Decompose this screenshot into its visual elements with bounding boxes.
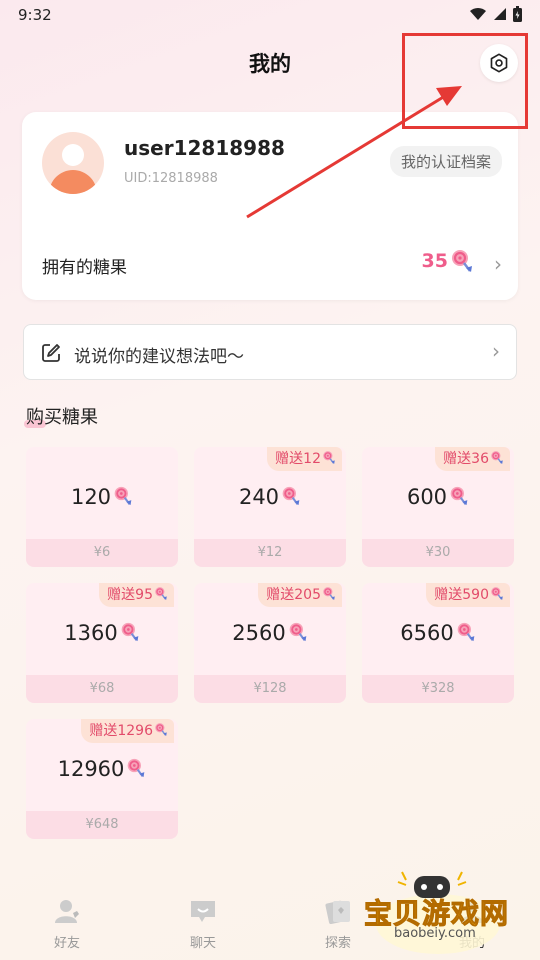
tab-label: 聊天 bbox=[189, 936, 216, 951]
battery-icon bbox=[513, 6, 522, 22]
bonus-badge: 赠送1296 bbox=[81, 719, 174, 743]
candy-icon bbox=[154, 585, 168, 609]
package-amount: 1360 bbox=[26, 621, 178, 648]
status-bar: 9:32 bbox=[0, 0, 540, 32]
candy-icon bbox=[126, 757, 146, 784]
bonus-badge: 赠送12 bbox=[267, 447, 342, 471]
highlight-box bbox=[402, 33, 528, 129]
bonus-text: 赠送12 bbox=[275, 451, 321, 467]
candy-package[interactable]: 赠送95 1360 ¥68 bbox=[26, 583, 178, 703]
bonus-text: 赠送1296 bbox=[89, 723, 153, 739]
amount-text: 1360 bbox=[64, 621, 118, 645]
bonus-text: 赠送205 bbox=[266, 587, 321, 603]
package-price: ¥6 bbox=[26, 539, 178, 567]
bonus-text: 赠送95 bbox=[107, 587, 153, 603]
edit-icon bbox=[40, 342, 62, 368]
amount-text: 120 bbox=[70, 485, 112, 509]
chat-icon bbox=[191, 901, 215, 922]
package-amount: 600 bbox=[362, 485, 514, 512]
bonus-badge: 赠送36 bbox=[435, 447, 510, 471]
package-amount: 120 bbox=[26, 485, 178, 512]
amount-text: 6560 bbox=[400, 621, 454, 645]
candy-icon bbox=[322, 449, 336, 473]
candy-icon bbox=[322, 585, 336, 609]
suggestion-text: 说说你的建议想法吧～ bbox=[74, 347, 244, 367]
candy-icon bbox=[456, 621, 476, 648]
status-time: 9:32 bbox=[18, 6, 52, 24]
watermark-logo: 宝贝游戏网 baobeiy.com bbox=[362, 866, 509, 958]
chevron-right-icon: › bbox=[494, 252, 502, 276]
bonus-badge: 赠送205 bbox=[258, 583, 342, 607]
bonus-badge: 赠送590 bbox=[426, 583, 510, 607]
explore-icon bbox=[325, 900, 350, 925]
user-id: UID:12818988 bbox=[124, 171, 218, 186]
candy-icon bbox=[450, 248, 474, 278]
candy-label: 拥有的糖果 bbox=[42, 258, 127, 278]
suggestion-entry[interactable]: 说说你的建议想法吧～ › bbox=[23, 324, 517, 380]
candy-icon bbox=[120, 621, 140, 648]
package-price: ¥12 bbox=[194, 539, 346, 567]
package-price: ¥30 bbox=[362, 539, 514, 567]
candy-icon bbox=[490, 585, 504, 609]
candy-icon bbox=[281, 485, 301, 512]
signal-icon bbox=[494, 8, 506, 20]
tab-label: 好友 bbox=[53, 936, 80, 951]
amount-text: 12960 bbox=[57, 757, 125, 781]
package-amount: 6560 bbox=[362, 621, 514, 648]
bonus-text: 赠送590 bbox=[434, 587, 489, 603]
package-amount: 12960 bbox=[26, 757, 178, 784]
candy-icon bbox=[288, 621, 308, 648]
package-amount: 2560 bbox=[194, 621, 346, 648]
candy-icon bbox=[490, 449, 504, 473]
tab-chat[interactable]: 聊天 bbox=[163, 890, 243, 951]
candy-count: 35 bbox=[421, 250, 448, 272]
candy-icon bbox=[154, 721, 168, 745]
amount-text: 600 bbox=[406, 485, 448, 509]
friends-icon bbox=[55, 900, 79, 923]
candy-package[interactable]: 赠送12 240 ¥12 bbox=[194, 447, 346, 567]
section-title: 购买糖果 bbox=[26, 407, 98, 428]
package-price: ¥128 bbox=[194, 675, 346, 703]
certification-button[interactable]: 我的认证档案 bbox=[389, 146, 502, 177]
candy-icon bbox=[113, 485, 133, 512]
wifi-icon bbox=[470, 7, 486, 20]
package-price: ¥68 bbox=[26, 675, 178, 703]
amount-text: 240 bbox=[238, 485, 280, 509]
status-icons bbox=[469, 6, 522, 22]
bonus-badge: 赠送95 bbox=[99, 583, 174, 607]
candy-balance-row[interactable]: 拥有的糖果 35 › bbox=[22, 242, 518, 284]
bonus-text: 赠送36 bbox=[443, 451, 489, 467]
candy-package[interactable]: 赠送205 2560 ¥128 bbox=[194, 583, 346, 703]
package-price: ¥648 bbox=[26, 811, 178, 839]
candy-icon bbox=[449, 485, 469, 512]
candy-package[interactable]: 120 ¥6 bbox=[26, 447, 178, 567]
avatar[interactable] bbox=[42, 132, 104, 194]
username: user12818988 bbox=[124, 136, 285, 160]
watermark-url: baobeiy.com bbox=[394, 926, 476, 941]
candy-package[interactable]: 赠送1296 12960 ¥648 bbox=[26, 719, 178, 839]
chevron-right-icon: › bbox=[492, 339, 500, 363]
package-price: ¥328 bbox=[362, 675, 514, 703]
profile-card: user12818988 UID:12818988 我的认证档案 拥有的糖果 3… bbox=[22, 112, 518, 300]
candy-package[interactable]: 赠送36 600 ¥30 bbox=[362, 447, 514, 567]
package-amount: 240 bbox=[194, 485, 346, 512]
amount-text: 2560 bbox=[232, 621, 286, 645]
candy-package[interactable]: 赠送590 6560 ¥328 bbox=[362, 583, 514, 703]
tab-friends[interactable]: 好友 bbox=[27, 890, 107, 951]
